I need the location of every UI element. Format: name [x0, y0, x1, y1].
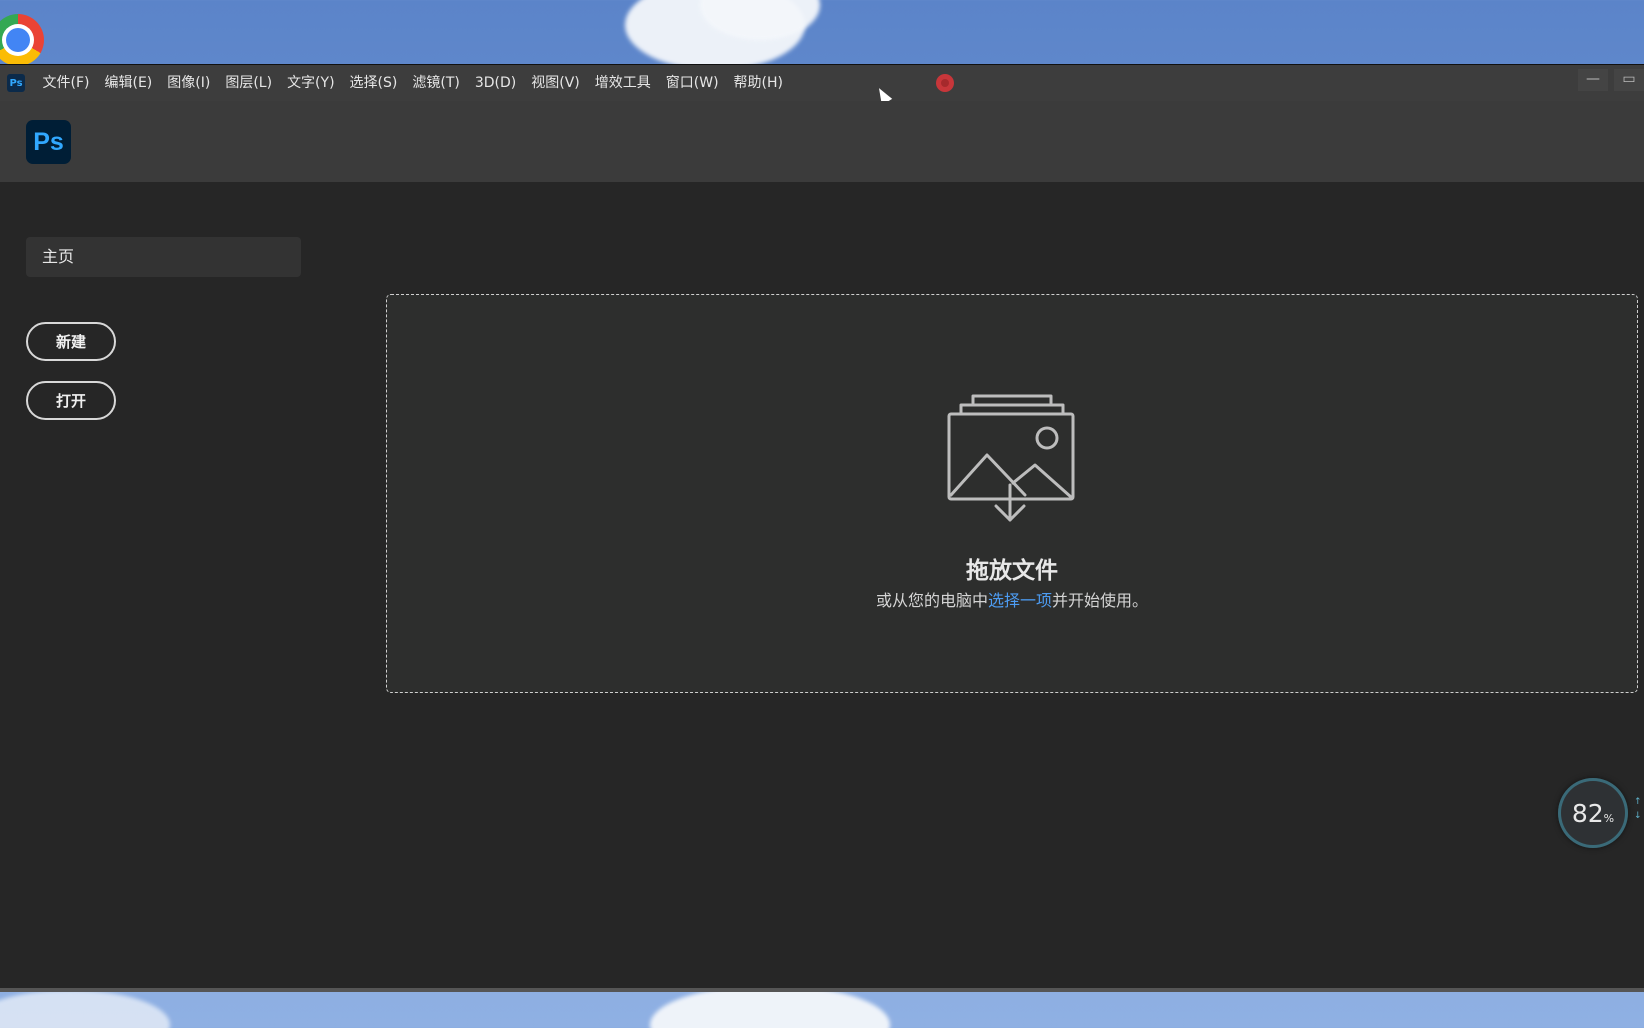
window-controls: — ▭ — [1578, 69, 1644, 91]
menu-bar: Ps 文件(F) 编辑(E) 图像(I) 图层(L) 文字(Y) 选择(S) 滤… — [0, 65, 1644, 105]
menu-file[interactable]: 文件(F) — [35, 65, 97, 101]
gauge-value: 82 — [1571, 798, 1604, 828]
minimize-button[interactable]: — — [1578, 69, 1608, 91]
menu-filter[interactable]: 滤镜(T) — [405, 65, 467, 101]
menu-help[interactable]: 帮助(H) — [726, 65, 790, 101]
record-indicator-icon — [936, 74, 954, 92]
image-download-icon — [947, 394, 1075, 522]
photoshop-window: Ps 文件(F) 编辑(E) 图像(I) 图层(L) 文字(Y) 选择(S) 滤… — [0, 65, 1644, 990]
menu-select[interactable]: 选择(S) — [342, 65, 405, 101]
chrome-desktop-icon[interactable] — [0, 14, 44, 66]
ps-logo: Ps — [26, 120, 71, 164]
drop-subtitle: 或从您的电脑中选择一项并开始使用。 — [387, 587, 1637, 611]
gauge-unit: % — [1603, 811, 1615, 825]
menu-window[interactable]: 窗口(W) — [658, 65, 726, 101]
ps-app-icon[interactable]: Ps — [7, 74, 25, 92]
menu-image[interactable]: 图像(I) — [160, 65, 218, 101]
select-file-link[interactable]: 选择一项 — [988, 591, 1052, 610]
sidebar-item-home[interactable]: 主页 — [26, 237, 301, 277]
menu-view[interactable]: 视图(V) — [524, 65, 588, 101]
drop-sub-before: 或从您的电脑中 — [875, 591, 988, 610]
performance-gauge[interactable]: 82% — [1558, 778, 1628, 848]
restore-button[interactable]: ▭ — [1614, 69, 1644, 91]
menu-edit[interactable]: 编辑(E) — [97, 65, 160, 101]
drop-zone[interactable]: 拖放文件 或从您的电脑中选择一项并开始使用。 — [386, 294, 1638, 693]
desktop-cloud — [0, 990, 170, 1028]
drop-sub-after: 并开始使用。 — [1052, 591, 1149, 610]
new-button[interactable]: 新建 — [26, 322, 116, 361]
home-header: Ps — [0, 101, 1644, 182]
open-button[interactable]: 打开 — [26, 381, 116, 420]
menu-type[interactable]: 文字(Y) — [280, 65, 342, 101]
window-bottom-edge — [0, 988, 1644, 992]
drop-title: 拖放文件 — [966, 558, 1058, 584]
menu-3d[interactable]: 3D(D) — [467, 65, 523, 101]
gauge-arrows-icon: ↑ ↓ — [1634, 797, 1642, 821]
menu-plugins[interactable]: 增效工具 — [587, 65, 658, 101]
menu-layer[interactable]: 图层(L) — [218, 65, 280, 101]
